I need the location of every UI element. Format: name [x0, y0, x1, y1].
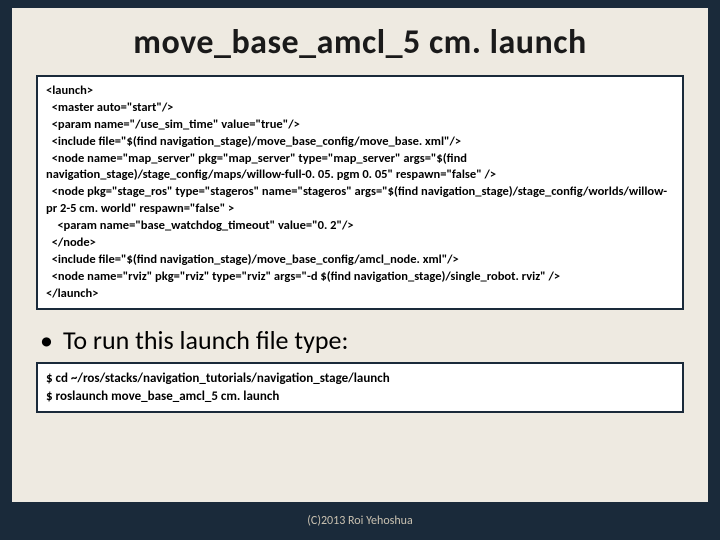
run-commands-code: $ cd ~/ros/stacks/navigation_tutorials/n… [36, 362, 684, 413]
footer: (C)2013 Roi Yehoshua [0, 502, 720, 540]
slide-title: move_base_amcl_5 cm. launch [36, 22, 684, 63]
bullet-row: • To run this launch file type: [36, 324, 684, 356]
launch-file-code: <launch> <master auto="start"/> <param n… [36, 75, 684, 310]
copyright-text: (C)2013 Roi Yehoshua [307, 514, 412, 528]
bullet-dot: • [40, 324, 53, 356]
bullet-text: To run this launch file type: [63, 324, 348, 356]
slide-body: move_base_amcl_5 cm. launch <launch> <ma… [12, 8, 708, 502]
